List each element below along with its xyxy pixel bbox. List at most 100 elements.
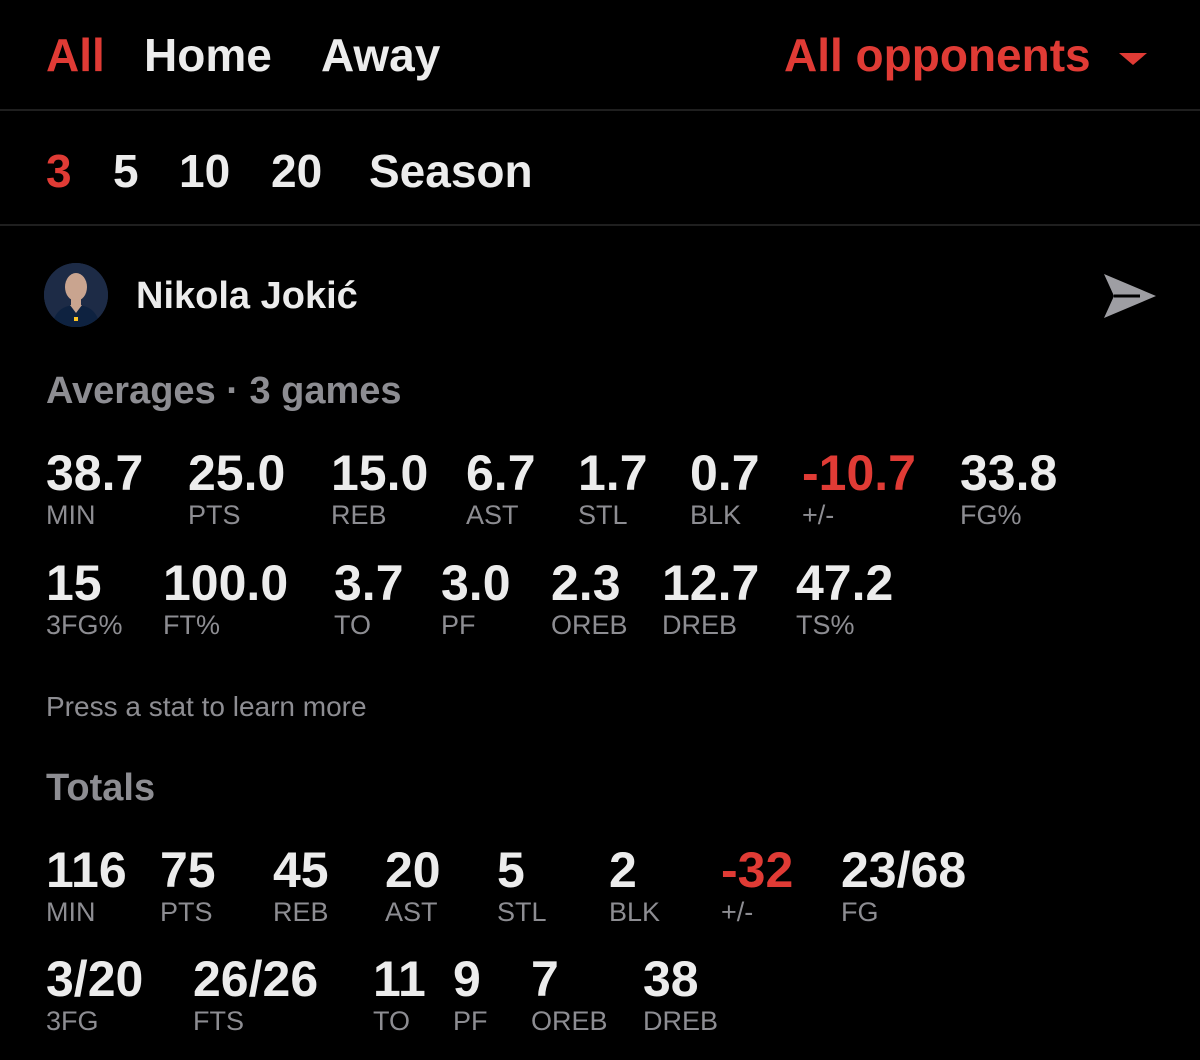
stat-label: MIN: [46, 500, 96, 530]
stat-value: 20: [385, 842, 441, 898]
stat-label: AST: [466, 500, 519, 530]
stat-avg-plus-minus[interactable]: -10.7 +/-: [802, 446, 916, 530]
stat-label: FTS: [193, 1006, 244, 1036]
tab-away[interactable]: Away: [321, 28, 440, 82]
stat-avg-stl[interactable]: 1.7 STL: [578, 446, 648, 530]
stat-label: TO: [373, 1006, 411, 1036]
stat-avg-3fg-pct[interactable]: 15 3FG%: [46, 556, 123, 640]
stat-avg-fg-pct[interactable]: 33.8 FG%: [960, 446, 1057, 530]
send-icon[interactable]: [1100, 270, 1160, 322]
stat-value: 11: [373, 951, 426, 1007]
stat-value: 100.0: [163, 555, 289, 611]
stat-label: STL: [578, 500, 628, 530]
range-20[interactable]: 20: [271, 144, 322, 198]
divider: [0, 224, 1200, 226]
tab-home[interactable]: Home: [144, 28, 272, 82]
stat-total-plus-minus[interactable]: -32 +/-: [721, 843, 793, 927]
totals-title: Totals: [46, 767, 156, 809]
stat-label: STL: [497, 897, 547, 927]
stat-label: 3FG: [46, 1006, 99, 1036]
stat-total-fts[interactable]: 26/26 FTS: [193, 952, 318, 1036]
stat-label: DREB: [643, 1006, 719, 1036]
stat-value: 0.7: [690, 445, 760, 501]
stat-value: 3.0: [441, 555, 511, 611]
stat-value: -10.7: [802, 445, 916, 501]
stat-value: 3/20: [46, 951, 144, 1007]
stat-label: DREB: [662, 610, 738, 640]
range-3[interactable]: 3: [46, 144, 72, 198]
stat-total-fg[interactable]: 23/68 FG: [841, 843, 966, 927]
player-name[interactable]: Nikola Jokić: [136, 273, 358, 319]
range-5[interactable]: 5: [113, 144, 139, 198]
stat-label: OREB: [551, 610, 628, 640]
stat-label: FG%: [960, 500, 1022, 530]
opponents-label: All opponents: [784, 29, 1091, 81]
stat-label: REB: [331, 500, 387, 530]
stat-avg-ts-pct[interactable]: 47.2 TS%: [796, 556, 893, 640]
stat-value: -32: [721, 842, 794, 898]
stat-total-oreb[interactable]: 7 OREB: [531, 952, 608, 1036]
stat-value: 38: [643, 951, 699, 1007]
stat-avg-dreb[interactable]: 12.7 DREB: [662, 556, 759, 640]
stat-value: 23/68: [841, 842, 967, 898]
avatar[interactable]: [44, 263, 108, 327]
stat-label: MIN: [46, 897, 96, 927]
stat-label: PTS: [188, 500, 241, 530]
stat-value: 47.2: [796, 555, 894, 611]
stat-value: 2.3: [551, 555, 621, 611]
stat-value: 5: [497, 842, 525, 898]
stat-value: 15.0: [331, 445, 429, 501]
stat-total-3fg[interactable]: 3/20 3FG: [46, 952, 143, 1036]
stat-total-min[interactable]: 116 MIN: [46, 843, 127, 927]
stat-value: 15: [46, 555, 102, 611]
stat-avg-ft-pct[interactable]: 100.0 FT%: [163, 556, 288, 640]
stat-total-ast[interactable]: 20 AST: [385, 843, 441, 927]
stat-value: 26/26: [193, 951, 319, 1007]
stat-label: +/-: [802, 500, 835, 530]
stat-label: PF: [453, 1006, 488, 1036]
stat-value: 1.7: [578, 445, 648, 501]
stat-value: 25.0: [188, 445, 286, 501]
stat-value: 2: [609, 842, 637, 898]
stat-avg-min[interactable]: 38.7 MIN: [46, 446, 143, 530]
stat-total-dreb[interactable]: 38 DREB: [643, 952, 718, 1036]
stat-total-to[interactable]: 11 TO: [373, 952, 426, 1036]
stat-avg-to[interactable]: 3.7 TO: [334, 556, 404, 640]
stat-avg-blk[interactable]: 0.7 BLK: [690, 446, 760, 530]
stat-value: 45: [273, 842, 329, 898]
stat-avg-pf[interactable]: 3.0 PF: [441, 556, 511, 640]
stat-avg-pts[interactable]: 25.0 PTS: [188, 446, 285, 530]
hint-text: Press a stat to learn more: [46, 691, 367, 722]
stat-label: FG: [841, 897, 879, 927]
stat-avg-oreb[interactable]: 2.3 OREB: [551, 556, 628, 640]
stat-label: OREB: [531, 1006, 608, 1036]
opponents-dropdown[interactable]: All opponents: [784, 28, 1091, 82]
stat-total-reb[interactable]: 45 REB: [273, 843, 329, 927]
stat-total-pf[interactable]: 9 PF: [453, 952, 488, 1036]
stat-value: 9: [453, 951, 481, 1007]
stat-label: AST: [385, 897, 438, 927]
chevron-down-icon[interactable]: [1119, 53, 1147, 65]
stat-label: FT%: [163, 610, 220, 640]
range-season[interactable]: Season: [369, 144, 533, 198]
tab-all[interactable]: All: [46, 28, 105, 82]
stat-avg-reb[interactable]: 15.0 REB: [331, 446, 428, 530]
stat-value: 116: [46, 842, 127, 898]
averages-title: Averages · 3 games: [46, 370, 402, 412]
stat-label: PF: [441, 610, 476, 640]
stat-label: TS%: [796, 610, 855, 640]
stat-label: 3FG%: [46, 610, 123, 640]
stat-value: 33.8: [960, 445, 1058, 501]
stat-label: PTS: [160, 897, 213, 927]
stat-value: 7: [531, 951, 559, 1007]
stat-label: +/-: [721, 897, 754, 927]
stat-total-pts[interactable]: 75 PTS: [160, 843, 216, 927]
stat-value: 12.7: [662, 555, 760, 611]
stat-avg-ast[interactable]: 6.7 AST: [466, 446, 536, 530]
stat-total-blk[interactable]: 2 BLK: [609, 843, 660, 927]
range-10[interactable]: 10: [179, 144, 230, 198]
player-headshot: [44, 263, 108, 327]
stat-label: BLK: [609, 897, 661, 927]
stat-total-stl[interactable]: 5 STL: [497, 843, 547, 927]
stat-value: 75: [160, 842, 216, 898]
